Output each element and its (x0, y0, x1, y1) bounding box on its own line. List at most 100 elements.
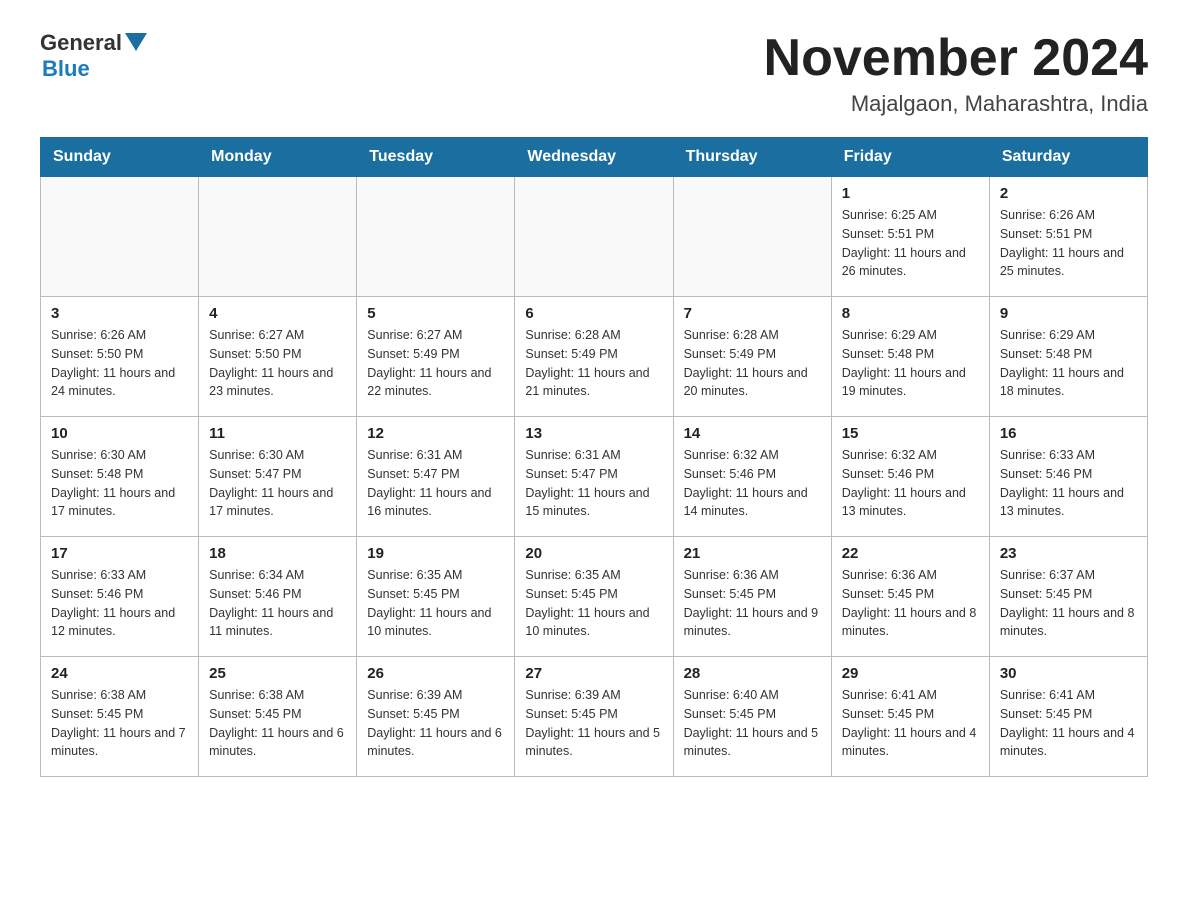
day-number: 12 (367, 425, 504, 442)
day-info: Sunrise: 6:28 AM Sunset: 5:49 PM Dayligh… (525, 326, 662, 401)
day-info: Sunrise: 6:40 AM Sunset: 5:45 PM Dayligh… (684, 686, 821, 761)
calendar-cell: 19 Sunrise: 6:35 AM Sunset: 5:45 PM Dayli… (357, 537, 515, 657)
calendar-cell: 7 Sunrise: 6:28 AM Sunset: 5:49 PM Daylig… (673, 297, 831, 417)
logo-triangle-icon (125, 33, 147, 51)
day-number: 8 (842, 305, 979, 322)
logo-text-general: General (40, 30, 122, 56)
day-number: 1 (842, 185, 979, 202)
calendar-cell: 30 Sunrise: 6:41 AM Sunset: 5:45 PM Dayli… (989, 657, 1147, 777)
subtitle: Majalgaon, Maharashtra, India (764, 91, 1148, 117)
day-info: Sunrise: 6:38 AM Sunset: 5:45 PM Dayligh… (51, 686, 188, 761)
calendar-table: SundayMondayTuesdayWednesdayThursdayFrid… (40, 137, 1148, 777)
day-header-saturday: Saturday (989, 138, 1147, 177)
day-number: 25 (209, 665, 346, 682)
day-info: Sunrise: 6:31 AM Sunset: 5:47 PM Dayligh… (367, 446, 504, 521)
calendar-cell: 26Sunrise: 6:39 AM Sunset: 5:45 PM Dayli… (357, 657, 515, 777)
day-info: Sunrise: 6:34 AM Sunset: 5:46 PM Dayligh… (209, 566, 346, 641)
day-info: Sunrise: 6:30 AM Sunset: 5:47 PM Dayligh… (209, 446, 346, 521)
day-info: Sunrise: 6:27 AM Sunset: 5:49 PM Dayligh… (367, 326, 504, 401)
day-info: Sunrise: 6:28 AM Sunset: 5:49 PM Dayligh… (684, 326, 821, 401)
calendar-cell: 14 Sunrise: 6:32 AM Sunset: 5:46 PM Dayli… (673, 417, 831, 537)
day-info: Sunrise: 6:29 AM Sunset: 5:48 PM Dayligh… (1000, 326, 1137, 401)
calendar-cell: 17Sunrise: 6:33 AM Sunset: 5:46 PM Dayli… (41, 537, 199, 657)
calendar-cell: 22 Sunrise: 6:36 AM Sunset: 5:45 PM Dayli… (831, 537, 989, 657)
calendar-week-4: 17Sunrise: 6:33 AM Sunset: 5:46 PM Dayli… (41, 537, 1148, 657)
day-number: 14 (684, 425, 821, 442)
logo-text-blue: Blue (42, 56, 90, 81)
day-number: 30 (1000, 665, 1137, 682)
calendar-cell: 9 Sunrise: 6:29 AM Sunset: 5:48 PM Daylig… (989, 297, 1147, 417)
calendar-cell: 25Sunrise: 6:38 AM Sunset: 5:45 PM Dayli… (199, 657, 357, 777)
day-info: Sunrise: 6:41 AM Sunset: 5:45 PM Dayligh… (842, 686, 979, 761)
day-number: 19 (367, 545, 504, 562)
day-info: Sunrise: 6:35 AM Sunset: 5:45 PM Dayligh… (525, 566, 662, 641)
day-number: 3 (51, 305, 188, 322)
day-number: 10 (51, 425, 188, 442)
day-number: 29 (842, 665, 979, 682)
calendar-cell: 3 Sunrise: 6:26 AM Sunset: 5:50 PM Daylig… (41, 297, 199, 417)
day-header-sunday: Sunday (41, 138, 199, 177)
day-number: 7 (684, 305, 821, 322)
day-info: Sunrise: 6:41 AM Sunset: 5:45 PM Dayligh… (1000, 686, 1137, 761)
calendar-cell: 23 Sunrise: 6:37 AM Sunset: 5:45 PM Dayli… (989, 537, 1147, 657)
calendar-cell (515, 177, 673, 297)
calendar-cell: 21Sunrise: 6:36 AM Sunset: 5:45 PM Dayli… (673, 537, 831, 657)
day-info: Sunrise: 6:37 AM Sunset: 5:45 PM Dayligh… (1000, 566, 1137, 641)
calendar-cell: 5 Sunrise: 6:27 AM Sunset: 5:49 PM Daylig… (357, 297, 515, 417)
calendar-cell: 10 Sunrise: 6:30 AM Sunset: 5:48 PM Dayli… (41, 417, 199, 537)
day-header-friday: Friday (831, 138, 989, 177)
day-info: Sunrise: 6:30 AM Sunset: 5:48 PM Dayligh… (51, 446, 188, 521)
day-number: 22 (842, 545, 979, 562)
calendar-cell: 29 Sunrise: 6:41 AM Sunset: 5:45 PM Dayli… (831, 657, 989, 777)
day-header-tuesday: Tuesday (357, 138, 515, 177)
day-info: Sunrise: 6:29 AM Sunset: 5:48 PM Dayligh… (842, 326, 979, 401)
day-number: 2 (1000, 185, 1137, 202)
calendar-cell: 18 Sunrise: 6:34 AM Sunset: 5:46 PM Dayli… (199, 537, 357, 657)
calendar-cell: 6 Sunrise: 6:28 AM Sunset: 5:49 PM Daylig… (515, 297, 673, 417)
day-number: 18 (209, 545, 346, 562)
day-header-thursday: Thursday (673, 138, 831, 177)
day-info: Sunrise: 6:25 AM Sunset: 5:51 PM Dayligh… (842, 206, 979, 281)
calendar-cell: 12 Sunrise: 6:31 AM Sunset: 5:47 PM Dayli… (357, 417, 515, 537)
title-section: November 2024 Majalgaon, Maharashtra, In… (764, 30, 1148, 117)
day-number: 9 (1000, 305, 1137, 322)
day-info: Sunrise: 6:32 AM Sunset: 5:46 PM Dayligh… (684, 446, 821, 521)
calendar-cell: 11 Sunrise: 6:30 AM Sunset: 5:47 PM Dayli… (199, 417, 357, 537)
calendar-cell (199, 177, 357, 297)
calendar-cell: 16Sunrise: 6:33 AM Sunset: 5:46 PM Dayli… (989, 417, 1147, 537)
calendar-cell: 27 Sunrise: 6:39 AM Sunset: 5:45 PM Dayli… (515, 657, 673, 777)
calendar-cell: 2Sunrise: 6:26 AM Sunset: 5:51 PM Daylig… (989, 177, 1147, 297)
day-number: 13 (525, 425, 662, 442)
day-number: 20 (525, 545, 662, 562)
day-header-monday: Monday (199, 138, 357, 177)
logo: General Blue (40, 30, 147, 82)
day-number: 27 (525, 665, 662, 682)
day-number: 23 (1000, 545, 1137, 562)
day-number: 24 (51, 665, 188, 682)
calendar-cell: 8 Sunrise: 6:29 AM Sunset: 5:48 PM Daylig… (831, 297, 989, 417)
day-info: Sunrise: 6:35 AM Sunset: 5:45 PM Dayligh… (367, 566, 504, 641)
calendar-cell: 15Sunrise: 6:32 AM Sunset: 5:46 PM Dayli… (831, 417, 989, 537)
calendar-cell: 28Sunrise: 6:40 AM Sunset: 5:45 PM Dayli… (673, 657, 831, 777)
calendar-cell: 13 Sunrise: 6:31 AM Sunset: 5:47 PM Dayli… (515, 417, 673, 537)
calendar-cell: 20 Sunrise: 6:35 AM Sunset: 5:45 PM Dayli… (515, 537, 673, 657)
day-header-wednesday: Wednesday (515, 138, 673, 177)
day-info: Sunrise: 6:27 AM Sunset: 5:50 PM Dayligh… (209, 326, 346, 401)
page-title: November 2024 (764, 30, 1148, 87)
day-number: 5 (367, 305, 504, 322)
day-info: Sunrise: 6:26 AM Sunset: 5:50 PM Dayligh… (51, 326, 188, 401)
calendar-cell (357, 177, 515, 297)
calendar-cell (673, 177, 831, 297)
day-info: Sunrise: 6:39 AM Sunset: 5:45 PM Dayligh… (367, 686, 504, 761)
day-info: Sunrise: 6:31 AM Sunset: 5:47 PM Dayligh… (525, 446, 662, 521)
day-number: 6 (525, 305, 662, 322)
day-info: Sunrise: 6:33 AM Sunset: 5:46 PM Dayligh… (1000, 446, 1137, 521)
day-number: 11 (209, 425, 346, 442)
day-info: Sunrise: 6:36 AM Sunset: 5:45 PM Dayligh… (842, 566, 979, 641)
calendar-cell: 24 Sunrise: 6:38 AM Sunset: 5:45 PM Dayli… (41, 657, 199, 777)
calendar-cell (41, 177, 199, 297)
calendar-week-2: 3 Sunrise: 6:26 AM Sunset: 5:50 PM Daylig… (41, 297, 1148, 417)
day-number: 4 (209, 305, 346, 322)
day-info: Sunrise: 6:39 AM Sunset: 5:45 PM Dayligh… (525, 686, 662, 761)
calendar-cell: 1 Sunrise: 6:25 AM Sunset: 5:51 PM Daylig… (831, 177, 989, 297)
